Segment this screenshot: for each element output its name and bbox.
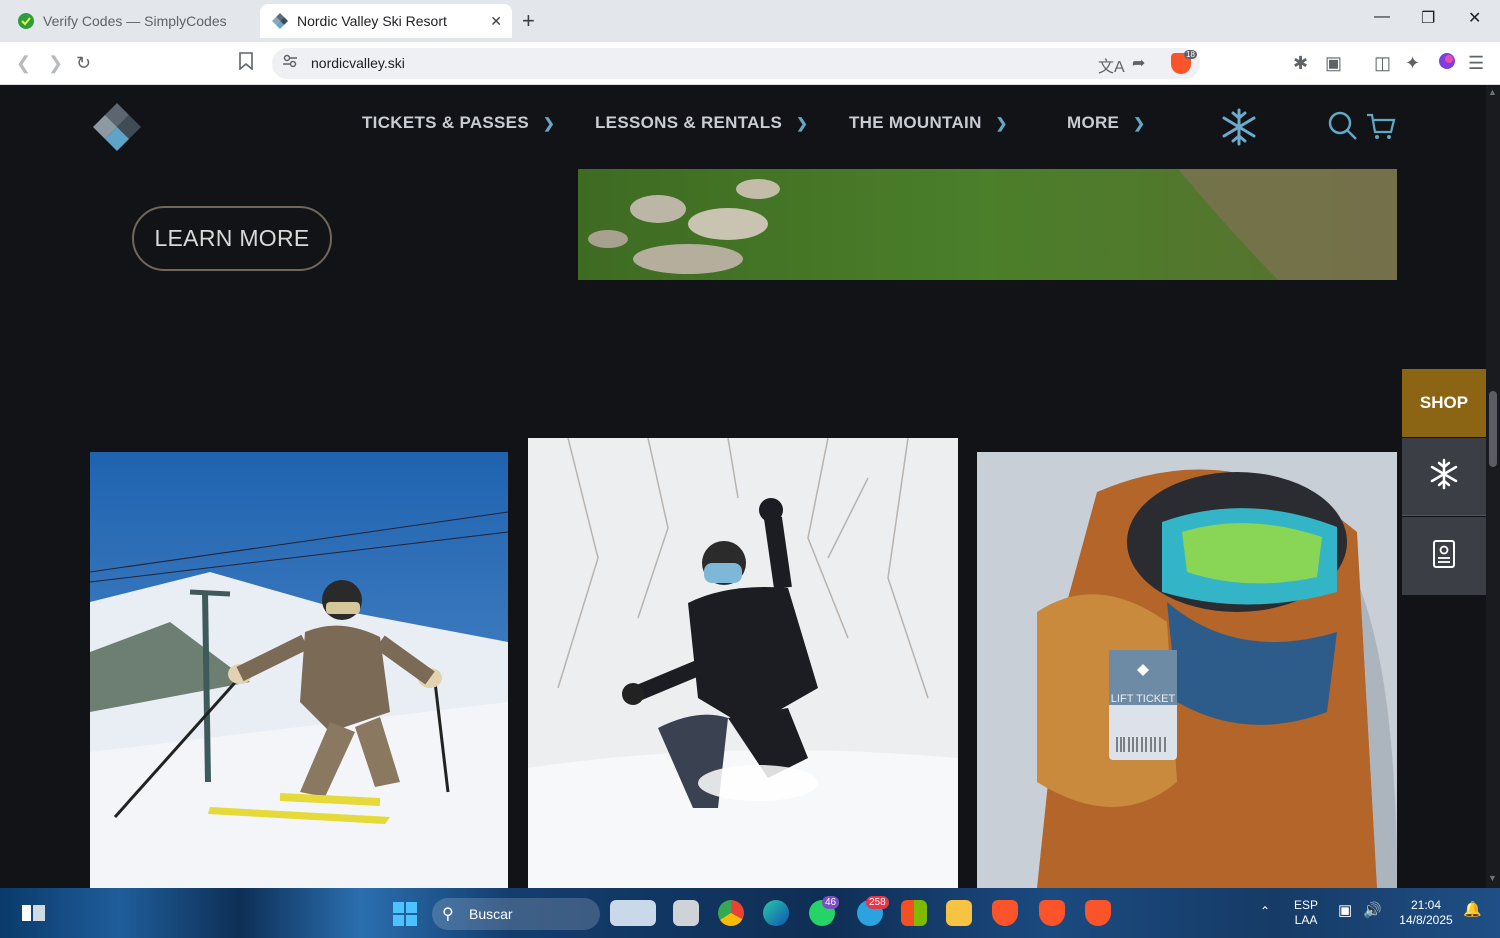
- task-view-icon[interactable]: [673, 900, 699, 926]
- chevron-down-icon: ❯: [995, 114, 1008, 131]
- extensions-icon[interactable]: ✱: [1293, 52, 1308, 74]
- snow-report-side-button[interactable]: [1402, 438, 1486, 516]
- file-explorer-icon[interactable]: [946, 900, 972, 926]
- page-scrollbar[interactable]: ▲ ▼: [1486, 85, 1500, 888]
- browser-tab-strip: Verify Codes — SimplyCodes Nordic Valley…: [0, 0, 1500, 42]
- search-highlight-image-icon[interactable]: [610, 900, 656, 926]
- nordic-valley-logo[interactable]: [90, 101, 144, 155]
- bookmark-icon[interactable]: [239, 52, 253, 75]
- edge-icon[interactable]: [763, 900, 789, 926]
- nav-label: THE MOUNTAIN: [849, 113, 982, 132]
- close-tab-icon[interactable]: ✕: [490, 13, 502, 30]
- clock-date: 14/8/2025: [1399, 913, 1453, 927]
- brave-profile-icon[interactable]: [1039, 900, 1065, 926]
- address-bar[interactable]: nordicvalley.ski 文A ➦ 18: [272, 48, 1200, 79]
- snowflake-icon: [1429, 458, 1459, 495]
- windows-taskbar: ⚲ Buscar 46 258 ⌃ ESP LAA ▣ 🔊 21:04 14/8…: [0, 888, 1500, 938]
- site-header: TICKETS & PASSES ❯ LESSONS & RENTALS ❯ T…: [0, 85, 1486, 169]
- snowflake-icon[interactable]: [1220, 107, 1258, 152]
- notification-bell-icon[interactable]: 🔔: [1463, 902, 1482, 917]
- brave-icon[interactable]: [992, 900, 1018, 926]
- leo-ai-icon[interactable]: ✦: [1405, 52, 1420, 74]
- wallet-icon[interactable]: ▣: [1325, 52, 1342, 74]
- menu-icon[interactable]: ☰: [1468, 52, 1484, 74]
- network-icon[interactable]: ▣: [1338, 903, 1352, 918]
- chevron-down-icon: ❯: [542, 114, 555, 131]
- whatsapp-badge: 46: [822, 896, 840, 909]
- search-icon: ⚲: [442, 906, 454, 923]
- grassy-hillside-image: [578, 169, 1397, 280]
- browser-toolbar: ❮ ❯ ↻ nordicvalley.ski 文A ➦ 18 ✱ ▣ ◫ ✦ ☰: [0, 42, 1500, 85]
- skier-photo[interactable]: [90, 452, 508, 888]
- simplycodes-favicon-icon: [18, 13, 34, 29]
- widgets-icon[interactable]: [22, 903, 46, 928]
- forward-icon[interactable]: ❯: [48, 52, 63, 74]
- share-icon[interactable]: ➦: [1132, 53, 1145, 73]
- snowboarder-photo[interactable]: [528, 438, 958, 888]
- telegram-badge: 258: [866, 896, 889, 909]
- reload-icon[interactable]: ↻: [76, 52, 91, 74]
- learn-more-button[interactable]: LEARN MORE: [132, 206, 332, 271]
- nav-lessons-rentals[interactable]: LESSONS & RENTALS ❯: [595, 113, 808, 133]
- site-info-icon[interactable]: [282, 53, 298, 74]
- lift-ticket-photo[interactable]: LIFT TICKET: [977, 452, 1397, 888]
- shield-count-badge: 18: [1184, 50, 1197, 59]
- tab-simplycodes[interactable]: Verify Codes — SimplyCodes: [8, 4, 256, 38]
- lift-ticket-overlay-text: LIFT TICKET: [1111, 693, 1176, 705]
- tab-title: Verify Codes — SimplyCodes: [43, 13, 227, 29]
- chevron-down-icon: ❯: [796, 114, 809, 131]
- brave-whatsapp-icon[interactable]: [1085, 900, 1111, 926]
- windows-start-icon[interactable]: [393, 902, 417, 931]
- nav-more[interactable]: MORE ❯: [1067, 113, 1145, 133]
- tab-title: Nordic Valley Ski Resort: [297, 13, 447, 29]
- search-icon[interactable]: [1328, 111, 1358, 146]
- language-code: ESP: [1294, 898, 1319, 912]
- nav-label: MORE: [1067, 113, 1120, 132]
- shop-side-button[interactable]: SHOP: [1402, 369, 1486, 437]
- cart-icon[interactable]: [1366, 113, 1396, 146]
- back-icon[interactable]: ❮: [16, 52, 31, 74]
- chevron-down-icon: ❯: [1133, 114, 1146, 131]
- url-text: nordicvalley.ski: [311, 55, 405, 71]
- scroll-down-icon[interactable]: ▼: [1488, 873, 1497, 883]
- clock-time: 21:04: [1410, 898, 1442, 912]
- chrome-icon[interactable]: [718, 900, 744, 926]
- language-indicator[interactable]: ESP LAA: [1294, 898, 1318, 928]
- taskbar-search-box[interactable]: ⚲ Buscar: [432, 898, 600, 930]
- scrollbar-thumb[interactable]: [1489, 391, 1497, 467]
- volume-icon[interactable]: 🔊: [1363, 903, 1382, 918]
- pass-side-button[interactable]: [1402, 517, 1486, 595]
- nav-tickets-passes[interactable]: TICKETS & PASSES ❯: [362, 113, 555, 133]
- keyboard-layout: LAA: [1294, 913, 1318, 927]
- scroll-up-icon[interactable]: ▲: [1488, 87, 1497, 97]
- clock[interactable]: 21:04 14/8/2025: [1396, 898, 1456, 928]
- tab-nordic-valley[interactable]: Nordic Valley Ski Resort ✕: [260, 4, 512, 38]
- nordic-valley-favicon-icon: [272, 13, 288, 29]
- maximize-icon[interactable]: ❐: [1421, 8, 1435, 28]
- taskbar-search-placeholder: Buscar: [469, 906, 513, 922]
- new-tab-icon[interactable]: +: [522, 8, 535, 34]
- nav-the-mountain[interactable]: THE MOUNTAIN ❯: [849, 113, 1008, 133]
- id-card-icon: [1432, 539, 1456, 574]
- translate-icon[interactable]: 文A: [1098, 53, 1125, 77]
- nav-label: LESSONS & RENTALS: [595, 113, 783, 132]
- profile-avatar-icon[interactable]: [1438, 52, 1456, 75]
- microsoft-store-icon[interactable]: [901, 900, 927, 926]
- close-window-icon[interactable]: ✕: [1468, 8, 1481, 28]
- chevron-up-icon[interactable]: ⌃: [1260, 904, 1270, 919]
- minimize-icon[interactable]: —: [1374, 8, 1390, 26]
- sidebar-toggle-icon[interactable]: ◫: [1374, 52, 1391, 74]
- nav-label: TICKETS & PASSES: [362, 113, 529, 132]
